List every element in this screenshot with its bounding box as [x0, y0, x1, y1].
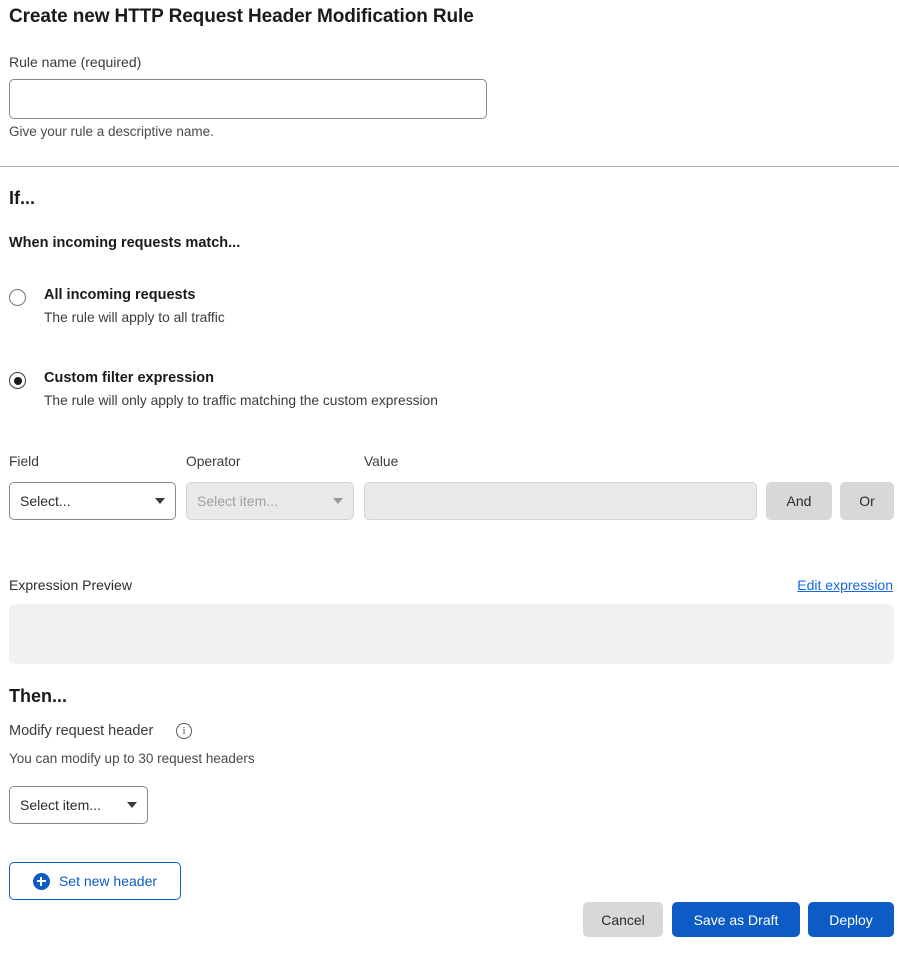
create-rule-form: Create new HTTP Request Header Modificat…	[0, 0, 899, 956]
rule-name-input[interactable]	[9, 79, 487, 119]
save-as-draft-button[interactable]: Save as Draft	[672, 902, 800, 937]
header-action-select-value: Select item...	[20, 797, 121, 813]
value-input[interactable]	[364, 482, 757, 520]
section-divider	[0, 166, 899, 167]
operator-select[interactable]: Select item...	[186, 482, 354, 520]
rule-name-label: Rule name (required)	[9, 54, 141, 70]
expression-preview-box	[9, 604, 894, 664]
chevron-down-icon	[333, 498, 343, 504]
radio-description-all-incoming-requests: The rule will apply to all traffic	[44, 310, 225, 325]
set-new-header-label: Set new header	[59, 873, 157, 889]
plus-circle-icon	[33, 873, 50, 890]
operator-select-value: Select item...	[197, 493, 327, 509]
field-select[interactable]: Select...	[9, 482, 176, 520]
field-select-value: Select...	[20, 493, 149, 509]
and-button[interactable]: And	[766, 482, 832, 520]
radio-icon-selected[interactable]	[9, 372, 26, 389]
radio-label-all-incoming-requests: All incoming requests	[44, 287, 195, 303]
modify-request-header-label: Modify request header	[9, 723, 153, 739]
rule-name-helper-text: Give your rule a descriptive name.	[9, 124, 214, 139]
cancel-button[interactable]: Cancel	[583, 902, 663, 937]
radio-icon-unselected[interactable]	[9, 289, 26, 306]
radio-label-custom-filter-expression: Custom filter expression	[44, 370, 214, 386]
radio-description-custom-filter-expression: The rule will only apply to traffic matc…	[44, 393, 438, 408]
value-label: Value	[364, 454, 398, 469]
edit-expression-link[interactable]: Edit expression	[797, 577, 893, 593]
or-button[interactable]: Or	[840, 482, 894, 520]
deploy-button[interactable]: Deploy	[808, 902, 894, 937]
if-section-heading: If...	[9, 188, 35, 209]
then-section-heading: Then...	[9, 686, 67, 707]
modify-request-header-helper-text: You can modify up to 30 request headers	[9, 751, 255, 766]
expression-preview-label: Expression Preview	[9, 577, 132, 593]
page-title: Create new HTTP Request Header Modificat…	[9, 6, 474, 28]
chevron-down-icon	[155, 498, 165, 504]
operator-label: Operator	[186, 454, 240, 469]
header-action-select[interactable]: Select item...	[9, 786, 148, 824]
field-label: Field	[9, 454, 39, 469]
chevron-down-icon	[127, 802, 137, 808]
match-subheading: When incoming requests match...	[9, 235, 240, 251]
info-icon[interactable]: i	[176, 723, 192, 739]
set-new-header-button[interactable]: Set new header	[9, 862, 181, 900]
